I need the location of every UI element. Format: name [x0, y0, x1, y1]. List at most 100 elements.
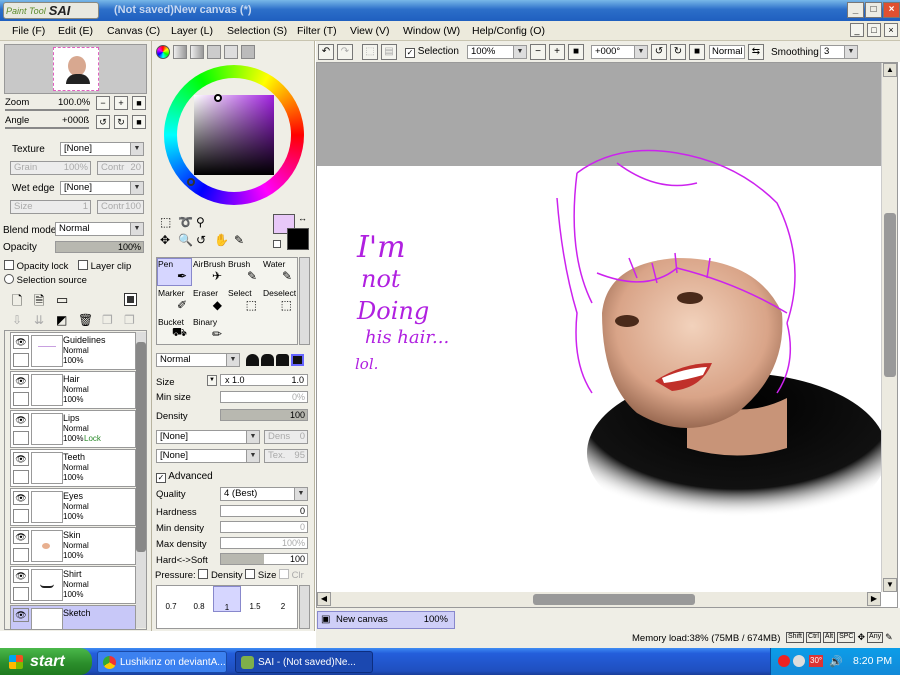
- size-multiplier-dropdown[interactable]: ▼: [207, 375, 217, 386]
- new-linework-layer-icon[interactable]: 🗎: [34, 292, 44, 314]
- eye-icon[interactable]: 👁: [13, 335, 29, 349]
- zoom-slider[interactable]: [5, 109, 89, 111]
- rotate-cw-button[interactable]: ↻: [114, 115, 128, 129]
- merge-down-icon[interactable]: ⇊: [34, 313, 44, 327]
- tool-grid-scrollbar[interactable]: [299, 257, 310, 345]
- start-button[interactable]: start: [0, 648, 92, 675]
- eye-icon[interactable]: 👁: [13, 569, 29, 583]
- zoom-reset-button[interactable]: ■: [132, 96, 146, 110]
- layer-clip-checkbox[interactable]: Layer clip: [78, 260, 131, 272]
- selection-source-checkbox[interactable]: Selection source: [4, 274, 87, 286]
- scroll-down-icon[interactable]: ▼: [883, 578, 897, 592]
- hue-wheel[interactable]: [164, 65, 304, 205]
- lasso-icon[interactable]: ➰: [178, 215, 196, 233]
- menu-help-config[interactable]: Help/Config (O): [472, 25, 545, 37]
- copy-icon[interactable]: ❐: [102, 313, 113, 327]
- tool-brush[interactable]: Brush ✎: [227, 258, 262, 286]
- tool-water[interactable]: Water ✎: [262, 258, 297, 286]
- size-preset[interactable]: 0.7: [157, 586, 185, 628]
- menu-view[interactable]: View (V): [350, 25, 389, 37]
- magic-wand-icon[interactable]: ⚲: [196, 215, 214, 233]
- canvas-zoom-select[interactable]: 100% ▼: [467, 45, 527, 59]
- eye-icon[interactable]: 👁: [13, 413, 29, 427]
- rotate-reset-icon[interactable]: ■: [689, 44, 705, 60]
- navigator-preview[interactable]: [4, 44, 147, 94]
- trash-icon[interactable]: 🗑: [78, 313, 93, 327]
- eyedropper-icon[interactable]: ✎: [234, 233, 244, 247]
- brush-shape-round-icon[interactable]: [246, 354, 259, 366]
- quality-select[interactable]: 4 (Best) ▼: [220, 487, 308, 501]
- eye-icon[interactable]: 👁: [13, 608, 29, 622]
- size-slider[interactable]: x 1.0 1.0: [220, 374, 308, 386]
- undo-icon[interactable]: ↶: [318, 44, 334, 60]
- sub-color-swatch[interactable]: [287, 228, 309, 250]
- texture-grain-field[interactable]: Grain 100%: [10, 161, 91, 175]
- tool-eraser[interactable]: Eraser ◆: [192, 287, 227, 315]
- opacity-slider[interactable]: 100%: [55, 241, 144, 253]
- angle-slider[interactable]: [5, 127, 89, 129]
- tool-bucket[interactable]: Bucket ⛟: [157, 316, 192, 344]
- hsv-slider-icon[interactable]: [190, 45, 204, 59]
- paste-icon[interactable]: ❐: [124, 313, 135, 327]
- brush-texture-dens-field[interactable]: Dens 0: [264, 430, 308, 444]
- brush-shape-square-icon[interactable]: [291, 354, 304, 366]
- menu-selection[interactable]: Selection (S): [227, 25, 287, 37]
- flip-horizontal-icon[interactable]: ⇆: [748, 44, 764, 60]
- tool-deselect[interactable]: Deselect ⬚: [262, 287, 297, 315]
- layer-lock-box[interactable]: [13, 470, 29, 484]
- mask-icon[interactable]: [124, 293, 137, 306]
- taskbar-item-browser[interactable]: Lushikinz on deviantA...: [97, 651, 227, 673]
- menu-layer[interactable]: Layer (L): [171, 25, 213, 37]
- hand-icon[interactable]: ✋: [214, 233, 232, 251]
- swap-colors-icon[interactable]: ↔: [298, 213, 307, 223]
- size-presets-scrollbar[interactable]: [299, 585, 310, 629]
- canvas-viewport[interactable]: I'm not Doing his hair... lol.: [316, 62, 898, 608]
- vertical-scroll-thumb[interactable]: [884, 213, 896, 377]
- minimize-button[interactable]: _: [847, 2, 864, 18]
- rgb-slider-icon[interactable]: [173, 45, 187, 59]
- layer-item[interactable]: 👁 Guidelines Normal 100%: [10, 332, 136, 370]
- mdi-restore-button[interactable]: □: [867, 23, 881, 37]
- size-preset-selected[interactable]: 1: [213, 586, 241, 612]
- layer-item[interactable]: 👁 Shirt Normal 100%: [10, 566, 136, 604]
- horizontal-scroll-thumb[interactable]: [533, 594, 695, 605]
- volume-icon[interactable]: 🔊: [829, 655, 843, 668]
- advanced-checkbox[interactable]: ✓ Advanced: [156, 471, 213, 483]
- brush-shape-texture-select[interactable]: [None] ▼: [156, 449, 260, 463]
- rotate-right-icon[interactable]: ↻: [670, 44, 686, 60]
- tool-airbrush[interactable]: AirBrush ✈: [192, 258, 227, 286]
- new-folder-icon[interactable]: ▭: [56, 292, 68, 308]
- sv-picker-handle[interactable]: [214, 94, 222, 102]
- menu-file[interactable]: File (F): [12, 25, 45, 37]
- redo-icon[interactable]: ↷: [337, 44, 353, 60]
- transfer-down-icon[interactable]: ⇩: [12, 313, 22, 327]
- smoothing-select[interactable]: 3 ▼: [820, 45, 858, 59]
- layer-lock-box[interactable]: [13, 509, 29, 523]
- zoom-icon[interactable]: 🔍: [178, 233, 196, 251]
- pressure-density-checkbox[interactable]: [198, 569, 209, 579]
- layer-lock-box[interactable]: [13, 587, 29, 601]
- blend-mode-select[interactable]: Normal ▼: [55, 222, 144, 236]
- new-layer-icon[interactable]: 🗋: [12, 292, 22, 314]
- temperature-badge[interactable]: 30°: [809, 655, 824, 667]
- menu-canvas[interactable]: Canvas (C): [107, 25, 160, 37]
- zoom-reset-icon[interactable]: ■: [568, 44, 584, 60]
- pressure-clr-checkbox[interactable]: [279, 569, 290, 579]
- rect-select-icon[interactable]: ⬚: [160, 215, 178, 233]
- wet-edge-size-field[interactable]: Size 1: [10, 200, 91, 214]
- menu-filter[interactable]: Filter (T): [297, 25, 337, 37]
- hue-picker-handle[interactable]: [187, 178, 195, 186]
- layer-item[interactable]: 👁 Sketch: [10, 605, 136, 629]
- density-slider[interactable]: 100: [220, 409, 308, 421]
- canvas-angle-select[interactable]: +000° ▼: [591, 45, 648, 59]
- horizontal-scrollbar[interactable]: ◀ ▶: [317, 592, 881, 607]
- document-tab[interactable]: ▣ New canvas 100%: [317, 611, 455, 629]
- rotate-left-icon[interactable]: ↺: [651, 44, 667, 60]
- tool-select[interactable]: Select ⬚: [227, 287, 262, 315]
- move-icon[interactable]: ✥: [160, 233, 178, 251]
- reset-colors-icon[interactable]: [273, 240, 281, 248]
- layer-lock-box[interactable]: [13, 353, 29, 367]
- menu-edit[interactable]: Edit (E): [58, 25, 93, 37]
- eye-icon[interactable]: 👁: [13, 452, 29, 466]
- zoom-in-icon[interactable]: +: [549, 44, 565, 60]
